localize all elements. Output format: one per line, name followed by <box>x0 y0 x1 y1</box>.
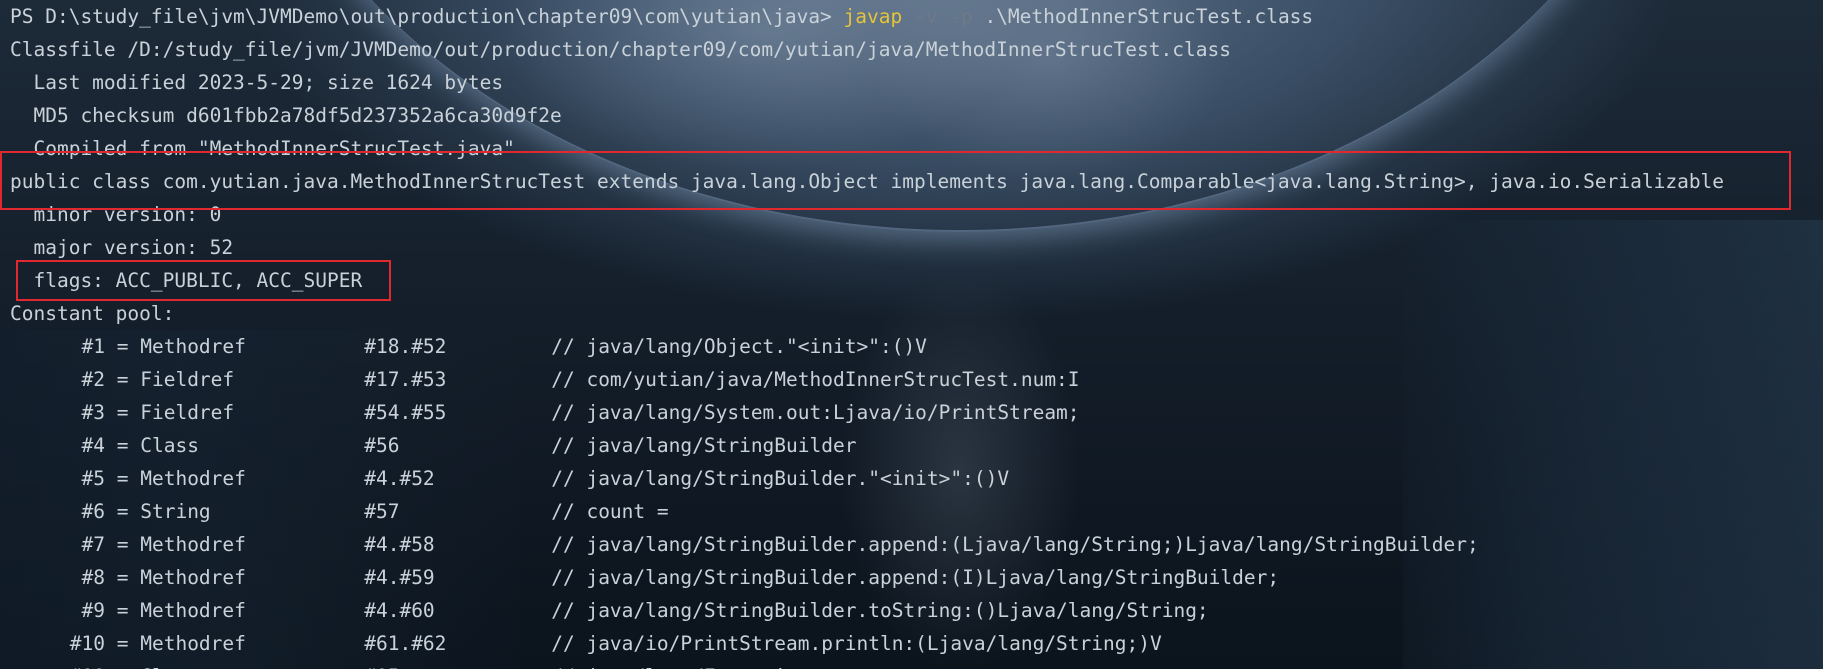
command-name: javap <box>843 5 903 28</box>
entry-equals: = <box>105 533 141 556</box>
entry-equals: = <box>105 665 140 669</box>
constant-pool-entry: #7 = Methodref #4.#58 // java/lang/StringB… <box>10 528 1724 561</box>
entry-type: Methodref <box>140 599 246 622</box>
entry-index: #5 <box>81 467 105 490</box>
entry-index: #3 <box>81 401 105 424</box>
entry-equals: = <box>105 401 141 424</box>
constant-pool-entry: #6 = String #57 // count = <box>10 495 1724 528</box>
constant-pool-entry: #2 = Fieldref #17.#53 // com/yutian/java/M… <box>10 363 1724 396</box>
terminal-window[interactable]: PS D:\study_file\jvm\JVMDemo\out\product… <box>0 0 1823 669</box>
entry-index: #4 <box>81 434 105 457</box>
terminal-output[interactable]: PS D:\study_file\jvm\JVMDemo\out\product… <box>10 0 1724 669</box>
command-prompt-line[interactable]: PS D:\study_file\jvm\JVMDemo\out\product… <box>10 0 1724 33</box>
constant-pool-entry: #3 = Fieldref #54.#55 // java/lang/System.… <box>10 396 1724 429</box>
entry-index: #8 <box>81 566 105 589</box>
entry-equals: = <box>105 566 141 589</box>
entry-comment: // java/lang/Object."<init>":()V <box>551 335 927 358</box>
constant-pool-entry: #8 = Methodref #4.#59 // java/lang/StringB… <box>10 561 1724 594</box>
entry-type: String <box>140 500 211 523</box>
entry-type: Class <box>140 660 364 669</box>
entry-comment: // java/lang/StringBuilder <box>551 434 857 457</box>
constant-pool-entry: #9 = Methodref #4.#60 // java/lang/StringB… <box>10 594 1724 627</box>
entry-ref: #17.#53 <box>364 368 447 391</box>
md5-line: MD5 checksum d601fbb2a78df5d237352a6ca30… <box>10 104 562 127</box>
entry-type: Methodref <box>140 467 246 490</box>
entry-index: #9 <box>81 599 105 622</box>
entry-type: Methodref <box>140 533 246 556</box>
entry-type: Fieldref <box>140 368 235 391</box>
entry-equals: = <box>105 599 141 622</box>
entry-ref: #4.#58 <box>364 533 435 556</box>
entry-ref: #18.#52 <box>364 335 447 358</box>
classfile-line: Classfile /D:/study_file/jvm/JVMDemo/out… <box>10 38 1231 61</box>
constant-pool-entry: #4 = Class #56 // java/lang/StringBuilder <box>10 429 1724 462</box>
entry-type: Methodref <box>140 566 246 589</box>
entry-type: Methodref <box>140 632 246 655</box>
entry-comment: // com/yutian/java/MethodInnerStrucTest.… <box>551 368 1080 391</box>
entry-ref: #56 <box>364 434 400 457</box>
constant-pool-list: #1 = Methodref #18.#52 // java/lang/Object… <box>10 330 1724 669</box>
entry-comment: // java/io/PrintStream.println:(Ljava/la… <box>551 632 1162 655</box>
entry-ref: #15 <box>364 660 551 669</box>
entry-comment: // java/lang/StringBuilder.toString:()Lj… <box>551 599 1209 622</box>
entry-type: Class <box>140 434 199 457</box>
entry-ref: #57 <box>364 500 400 523</box>
entry-equals: = <box>105 632 141 655</box>
entry-ref: #4.#52 <box>364 467 435 490</box>
entry-index: #10 <box>69 632 105 655</box>
entry-index: #11 <box>10 660 105 669</box>
prompt-path: PS D:\study_file\jvm\JVMDemo\out\product… <box>10 5 844 28</box>
constant-pool-entry: #5 = Methodref #4.#52 // java/lang/StringB… <box>10 462 1724 495</box>
command-flags: -v -p <box>902 5 973 28</box>
entry-ref: #4.#59 <box>364 566 435 589</box>
entry-equals: = <box>105 368 141 391</box>
entry-type: Methodref <box>140 335 246 358</box>
entry-index: #7 <box>81 533 105 556</box>
entry-index: #2 <box>81 368 105 391</box>
entry-type: Fieldref <box>140 401 235 424</box>
constant-pool-entry: #10 = Methodref #61.#62 // java/io/PrintSt… <box>10 627 1724 660</box>
entry-equals: = <box>105 335 141 358</box>
entry-comment: // java/lang/StringBuilder.append:(I)Lja… <box>551 566 1280 589</box>
constant-pool-entry: #11 = Class#15// java/lang/Exception <box>10 660 1724 669</box>
entry-index: #1 <box>81 335 105 358</box>
entry-comment: // java/lang/StringBuilder.append:(Ljava… <box>551 533 1479 556</box>
minor-version-line: minor version: 0 <box>10 203 222 226</box>
entry-equals: = <box>105 500 141 523</box>
entry-ref: #54.#55 <box>364 401 447 424</box>
entry-comment: // java/lang/Exception <box>551 665 809 669</box>
flags-line: flags: ACC_PUBLIC, ACC_SUPER <box>10 269 363 292</box>
entry-index: #6 <box>81 500 105 523</box>
entry-comment: // count = <box>551 500 669 523</box>
constant-pool-entry: #1 = Methodref #18.#52 // java/lang/Object… <box>10 330 1724 363</box>
entry-ref: #61.#62 <box>364 632 447 655</box>
compiled-from-line: Compiled from "MethodInnerStrucTest.java… <box>10 137 515 160</box>
entry-comment: // java/lang/System.out:Ljava/io/PrintSt… <box>551 401 1080 424</box>
entry-ref: #4.#60 <box>364 599 435 622</box>
class-declaration-line: public class com.yutian.java.MethodInner… <box>10 170 1725 193</box>
entry-equals: = <box>105 467 141 490</box>
last-modified-line: Last modified 2023-5-29; size 1624 bytes <box>10 71 504 94</box>
command-argument: .\MethodInnerStrucTest.class <box>972 5 1314 28</box>
constant-pool-label: Constant pool: <box>10 302 175 325</box>
entry-comment: // java/lang/StringBuilder."<init>":()V <box>551 467 1010 490</box>
entry-equals: = <box>105 434 141 457</box>
major-version-line: major version: 52 <box>10 236 234 259</box>
